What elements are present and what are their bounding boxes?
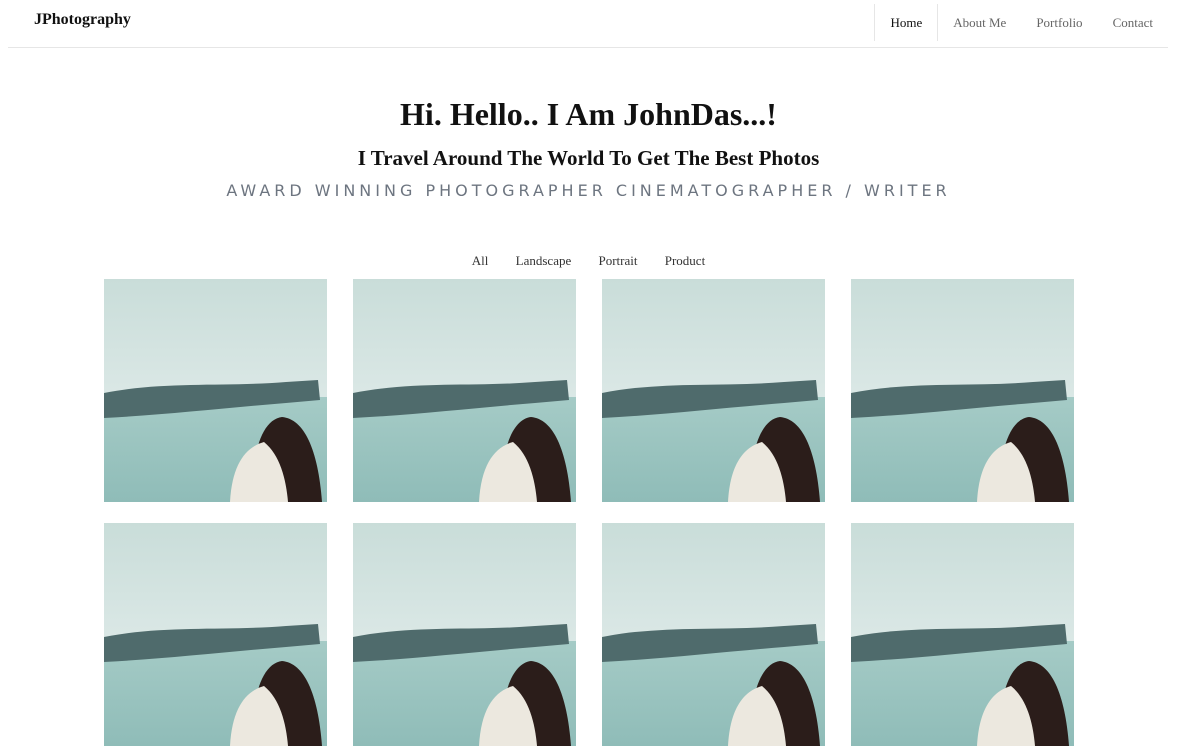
nav-menu: Home About Me Portfolio Contact [874,4,1168,41]
filter-product[interactable]: Product [665,253,705,269]
filter-portrait[interactable]: Portrait [599,253,638,269]
gallery-photo[interactable] [353,279,576,502]
brand-logo[interactable]: JPhotography [34,11,131,29]
gallery-photo[interactable] [851,279,1074,502]
nav-contact[interactable]: Contact [1098,4,1168,41]
gallery-photo[interactable] [104,279,327,502]
top-navbar: JPhotography Home About Me Portfolio Con… [8,0,1168,48]
nav-about-me[interactable]: About Me [938,4,1021,41]
portfolio-filter-bar: All Landscape Portrait Product [0,253,1177,269]
filter-all[interactable]: All [472,253,489,269]
hero-subtitle: I Travel Around The World To Get The Bes… [357,146,820,170]
gallery-photo[interactable] [602,523,825,746]
nav-portfolio[interactable]: Portfolio [1021,4,1097,41]
gallery-photo[interactable] [104,523,327,746]
gallery-photo[interactable] [602,279,825,502]
hero-tagline: AWARD WINNING PHOTOGRAPHER CINEMATOGRAPH… [226,181,951,200]
hero-title: Hi. Hello.. I Am JohnDas...! [400,96,777,132]
nav-home[interactable]: Home [874,4,939,41]
gallery-photo[interactable] [353,523,576,746]
gallery-photo[interactable] [851,523,1074,746]
filter-landscape[interactable]: Landscape [516,253,572,269]
